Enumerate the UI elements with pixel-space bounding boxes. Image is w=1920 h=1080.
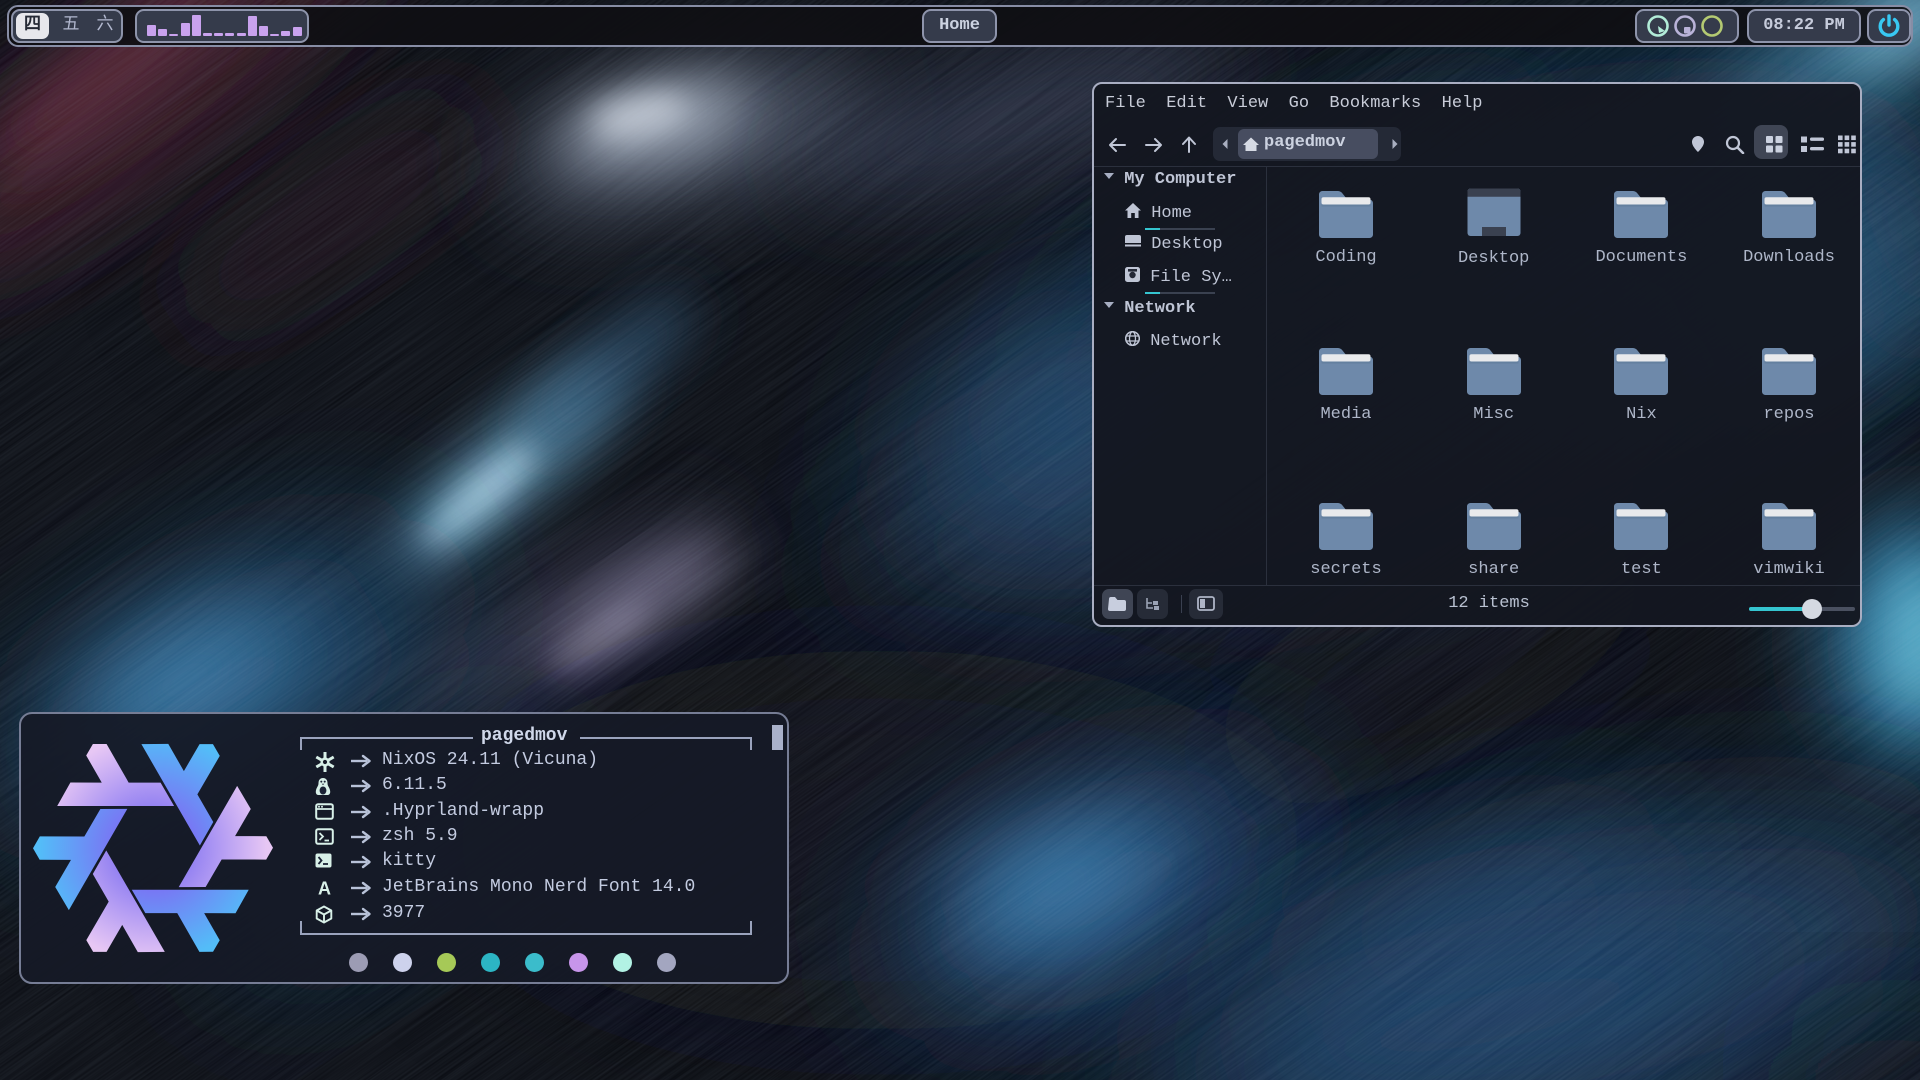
svg-text:A: A [318,879,331,898]
